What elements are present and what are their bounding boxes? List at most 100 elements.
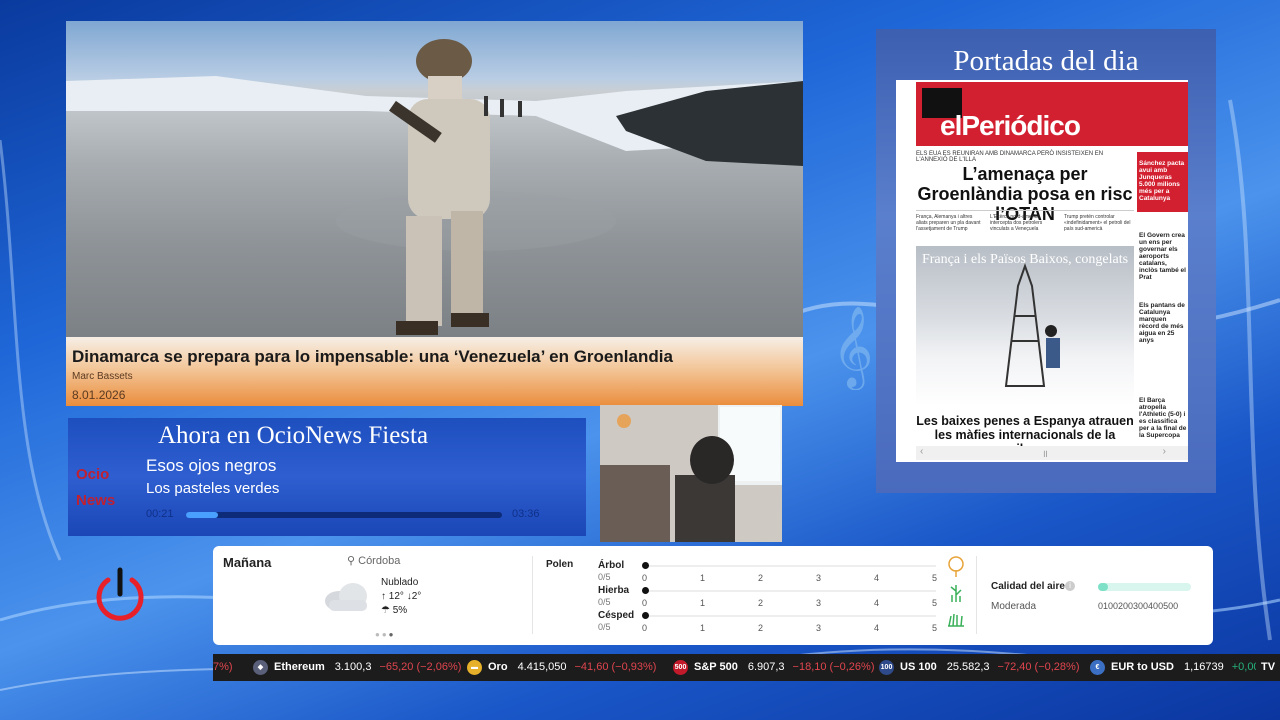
newspaper-col: Trump pretén controlar «indefinidament» … — [1064, 214, 1131, 232]
grass-icon — [950, 585, 962, 602]
portadas-panel: Portadas del dia elPeriódico ELS EUA ES … — [876, 29, 1216, 493]
scale-tick: 0 — [642, 598, 648, 608]
ticker-change: −72,40 (−0,28%) — [997, 661, 1080, 673]
ticker-change: −18,10 (−0,26%) — [792, 661, 875, 673]
location-name: Córdoba — [358, 555, 401, 567]
pollen-value: 0/5 — [598, 597, 611, 607]
progress-bar[interactable] — [186, 512, 502, 518]
cover-pager: ‹ ॥ › — [916, 446, 1188, 460]
pollen-row-grass: Hierba 0/5 0 1 2 3 4 5 — [598, 585, 968, 609]
scale-tick: 1 — [700, 598, 706, 608]
scale-tick: 3 — [816, 573, 822, 583]
market-ticker[interactable]: 7%) ◆ Ethereum 3.100,3 −65,20 (−2,06%) ▬ Oro… — [213, 654, 1280, 681]
location-pin-icon: ⚲ — [347, 555, 356, 567]
elapsed-time: 00:21 — [146, 508, 174, 520]
scale-tick: 3 — [816, 598, 822, 608]
ticker-change: −65,20 (−2,06%) — [379, 661, 462, 673]
info-icon[interactable]: i — [1065, 581, 1075, 591]
weather-day: Mañana — [223, 555, 272, 570]
ticker-item[interactable]: ▬ Oro 4.415,050 −41,60 (−0,93%) — [467, 654, 656, 681]
logo-text-top: Ocio — [76, 466, 110, 483]
carousel-dots[interactable]: ●●● — [375, 630, 396, 639]
umbrella-icon: ☂ — [381, 605, 390, 616]
ticker-change: 7%) — [213, 661, 233, 673]
pollen-label: Polen — [546, 559, 574, 570]
logo-text-bottom: News — [76, 492, 116, 509]
scale-tick: 0 — [642, 623, 648, 633]
scale-tick: 4 — [874, 573, 880, 583]
ticker-name: US 100 — [900, 661, 937, 673]
lawn-icon — [948, 613, 964, 627]
webcam-feed — [600, 405, 782, 542]
news-title[interactable]: Dinamarca se prepara para lo impensable:… — [72, 347, 673, 367]
weather-rain: ☂ 5% — [381, 605, 407, 616]
temp-high: 12° — [388, 591, 404, 602]
pollen-name: Césped — [598, 610, 635, 621]
rain-chance: 5% — [392, 605, 408, 616]
treble-clef-icon: 𝄞 — [832, 305, 873, 390]
newspaper-col: L'Exèrcit nord-americà intercepta dos pe… — [990, 214, 1043, 232]
progress-fill — [186, 512, 218, 518]
pause-icon[interactable]: ॥ — [1042, 446, 1048, 460]
divider — [976, 556, 977, 634]
pollen-track — [646, 565, 936, 567]
soldier-figure — [389, 39, 490, 335]
scale-tick: 2 — [758, 573, 764, 583]
temp-up-icon: ↑ — [381, 591, 386, 602]
ticker-item[interactable]: 500 S&P 500 6.907,3 −18,10 (−0,26%) — [673, 654, 874, 681]
pollen-name: Árbol — [598, 560, 625, 571]
newspaper-masthead: elPeriódico — [916, 82, 1188, 146]
sidebar-story: El Barça atropella l'Athletic (5-0) i es… — [1139, 397, 1187, 439]
next-arrow-icon[interactable]: › — [1163, 446, 1166, 457]
news-author: Marc Bassets — [72, 371, 133, 382]
pollen-name: Hierba — [598, 585, 630, 596]
pollen-value: 0/5 — [598, 622, 611, 632]
newspaper-sidebar: Sánchez pacta avui amb Junqueras 5.000 m… — [1137, 152, 1188, 444]
pollen-row-tree: Árbol 0/5 0 1 2 3 4 5 — [598, 556, 968, 584]
scale-tick: 1 — [700, 623, 706, 633]
newspaper-cover[interactable]: elPeriódico ELS EUA ES REUNIRAN AMB DINA… — [896, 80, 1188, 462]
song-title: Esos ojos negros — [146, 456, 277, 475]
scale-tick: 1 — [700, 573, 706, 583]
ticker-price: 3.100,3 — [334, 661, 372, 673]
pollen-marker — [642, 612, 649, 619]
tradingview-logo-icon: TV — [1256, 654, 1280, 681]
pollen-row-lawn: Césped 0/5 0 1 2 3 4 5 — [598, 610, 968, 634]
divider — [532, 556, 533, 634]
news-date: 8.01.2026 — [72, 388, 126, 402]
song-artist: Los pasteles verdes — [146, 480, 280, 497]
sidebar-story: Sánchez pacta avui amb Junqueras 5.000 m… — [1139, 160, 1185, 202]
weather-condition: Nublado — [381, 577, 419, 588]
ticker-price: 4.415,050 — [517, 661, 567, 673]
power-icon[interactable] — [94, 566, 146, 624]
newspaper-columns: França, Alemanya i altres aliats prepare… — [916, 210, 1134, 239]
scale-tick: 5 — [932, 598, 938, 608]
newspaper-col: França, Alemanya i altres aliats prepare… — [916, 214, 981, 232]
ticker-price: 1,16739 — [1183, 661, 1224, 673]
news-card[interactable]: Dinamarca se prepara para lo impensable:… — [66, 21, 803, 406]
weather-location: ⚲ Córdoba — [347, 554, 400, 567]
news-caption: Dinamarca se prepara para lo impensable:… — [66, 337, 803, 406]
us100-icon: 100 — [879, 659, 894, 675]
ticker-item[interactable]: € EUR to USD 1,16739 +0,00 (+ — [1090, 654, 1273, 681]
ethereum-icon: ◆ — [253, 659, 268, 675]
sidebar-red-box: Sánchez pacta avui amb Junqueras 5.000 m… — [1137, 152, 1188, 212]
ticker-change: −41,60 (−0,93%) — [574, 661, 657, 673]
ticker-name: S&P 500 — [694, 661, 738, 673]
ticker-price: 6.907,3 — [747, 661, 785, 673]
ticker-item[interactable]: 100 US 100 25.582,3 −72,40 (−0,28%) — [879, 654, 1079, 681]
eurusd-icon: € — [1090, 659, 1105, 675]
prev-arrow-icon[interactable]: ‹ — [920, 446, 923, 457]
scale-tick: 0 — [642, 573, 648, 583]
ticker-price: 25.582,3 — [946, 661, 990, 673]
pollen-marker — [642, 562, 649, 569]
now-playing-heading: Ahora en OcioNews Fiesta — [158, 422, 429, 449]
scale-tick: 4 — [874, 623, 880, 633]
pollen-track — [646, 590, 936, 592]
ticker-item[interactable]: ◆ Ethereum 3.100,3 −65,20 (−2,06%) — [253, 654, 461, 681]
ticker-name: Oro — [488, 661, 508, 673]
pollen-marker — [642, 587, 649, 594]
air-quality-scale: 0100200300400500 — [1098, 601, 1179, 611]
tree-icon — [948, 556, 964, 577]
sidebar-story: El Govern crea un ens per governar els a… — [1139, 232, 1186, 281]
